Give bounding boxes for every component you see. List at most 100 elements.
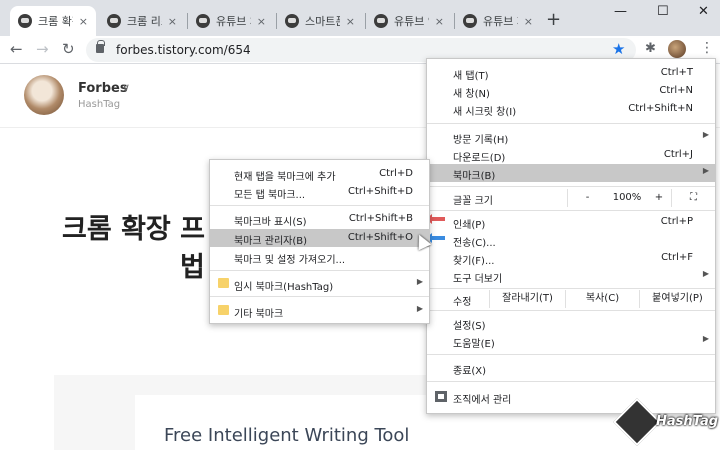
tab-1[interactable]: 크롬 확장 × — [10, 6, 96, 36]
copy-button[interactable]: 복사(C) — [565, 290, 639, 308]
tab-6[interactable]: 유튜브 재 × — [455, 6, 541, 36]
cut-button[interactable]: 잘라내기(T) — [489, 290, 565, 308]
submenu-item-manager[interactable]: 북마크 관리자(B) Ctrl+Shift+O — [210, 229, 429, 247]
menu-item-bookmarks[interactable]: 북마크(B) ▶ — [427, 164, 715, 182]
reload-button[interactable]: ↻ — [62, 40, 75, 58]
blog-subtitle: HashTag — [78, 99, 121, 110]
blog-name[interactable]: Forbes — [78, 81, 128, 96]
submenu-item-bookmark-tab[interactable]: 현재 탭을 북마크에 추가 Ctrl+D — [210, 165, 429, 183]
submenu-item-label: 기타 북마크 — [234, 309, 284, 320]
address-url[interactable]: forbes.tistory.com/654 — [116, 43, 251, 57]
menu-separator — [427, 381, 715, 382]
menu-item-settings[interactable]: 설정(S) — [427, 314, 715, 332]
fullscreen-icon[interactable]: ⛶ — [671, 189, 715, 207]
menu-item-shortcut: Ctrl+N — [659, 85, 693, 96]
menu-item-new-tab[interactable]: 새 탭(T) Ctrl+T — [427, 64, 715, 82]
chrome-menu-button[interactable]: ⋮ — [700, 40, 714, 56]
back-button[interactable]: ← — [10, 40, 23, 58]
submenu-item-label: 북마크 및 설정 가져오기... — [234, 255, 346, 266]
submenu-item-label: 모든 탭 북마크... — [234, 190, 306, 201]
zoom-out-button[interactable]: - — [567, 189, 607, 207]
menu-item-more-tools[interactable]: 도구 더보기 ▶ — [427, 267, 715, 285]
submenu-item-label: 임시 북마크(HashTag) — [234, 282, 334, 293]
submenu-folder-temp[interactable]: 임시 북마크(HashTag) ▶ — [210, 275, 429, 293]
submenu-arrow-icon: ▶ — [702, 130, 709, 139]
watermark-text: HashTag — [656, 414, 719, 429]
submenu-item-import[interactable]: 북마크 및 설정 가져오기... — [210, 248, 429, 266]
menu-item-label: 전송(C)... — [453, 238, 496, 249]
submenu-arrow-icon: ▶ — [702, 269, 709, 278]
menu-item-help[interactable]: 도움말(E) ▶ — [427, 332, 715, 350]
menu-separator — [427, 210, 715, 211]
red-arrow-icon — [426, 214, 445, 224]
menu-item-incognito[interactable]: 새 시크릿 창(I) Ctrl+Shift+N — [427, 100, 715, 118]
close-icon[interactable]: × — [79, 15, 88, 28]
menu-item-shortcut: Ctrl+P — [660, 216, 693, 227]
submenu-item-shortcut: Ctrl+Shift+O — [347, 232, 413, 243]
bookmark-star-icon[interactable]: ★ — [612, 40, 625, 58]
submenu-item-show-bar[interactable]: 북마크바 표시(S) Ctrl+Shift+B — [210, 210, 429, 228]
menu-separator — [427, 354, 715, 355]
menu-item-label: 조직에서 관리 — [453, 395, 512, 406]
submenu-item-bookmark-all[interactable]: 모든 탭 북마크... Ctrl+Shift+D — [210, 183, 429, 201]
maximize-button[interactable]: ☐ — [657, 4, 669, 19]
menu-item-label: 다운로드(D) — [453, 153, 506, 164]
minimize-button[interactable]: — — [614, 4, 627, 19]
menu-item-label: 새 탭(T) — [453, 71, 489, 82]
paste-button[interactable]: 붙여넣기(P) — [639, 290, 715, 308]
menu-item-history[interactable]: 방문 기록(H) ▶ — [427, 128, 715, 146]
submenu-separator — [210, 205, 429, 206]
submenu-folder-other[interactable]: 기타 북마크 ▶ — [210, 302, 429, 320]
building-icon — [435, 391, 447, 402]
close-icon[interactable]: × — [346, 15, 355, 28]
menu-item-new-window[interactable]: 새 창(N) Ctrl+N — [427, 82, 715, 100]
menu-item-managed[interactable]: 조직에서 관리 — [427, 388, 715, 406]
tab-4-label: 스마트폰 — [305, 15, 340, 28]
tab-5[interactable]: 유튜브 영 × — [366, 6, 452, 36]
menu-item-find[interactable]: 찾기(F)... Ctrl+F — [427, 249, 715, 267]
close-icon[interactable]: × — [168, 15, 177, 28]
menu-item-label: 새 시크릿 창(I) — [453, 107, 517, 118]
tistory-favicon-icon — [18, 14, 32, 28]
submenu-item-shortcut: Ctrl+D — [379, 168, 413, 179]
close-icon[interactable]: × — [257, 15, 266, 28]
edit-label: 수정 — [453, 297, 472, 308]
tab-6-label: 유튜브 재 — [483, 15, 518, 28]
folder-icon — [218, 305, 229, 315]
menu-item-label: 설정(S) — [453, 321, 486, 332]
tab-2-label: 크롬 리스 — [127, 15, 162, 28]
extensions-icon[interactable]: ✱ — [645, 41, 656, 56]
tab-3[interactable]: 유튜브 채 × — [188, 6, 274, 36]
submenu-arrow-icon: ▶ — [416, 277, 423, 286]
blog-avatar[interactable] — [24, 75, 64, 115]
close-icon[interactable]: × — [524, 15, 533, 28]
menu-item-exit[interactable]: 종료(X) — [427, 359, 715, 377]
window-close-button[interactable]: ✕ — [698, 4, 709, 19]
zoom-in-button[interactable]: + — [647, 189, 671, 207]
menu-item-shortcut: Ctrl+T — [660, 67, 693, 78]
menu-item-print[interactable]: 인쇄(P) Ctrl+P — [427, 213, 715, 231]
menu-separator — [427, 310, 715, 311]
submenu-item-shortcut: Ctrl+Shift+B — [348, 213, 413, 224]
close-icon[interactable]: × — [435, 15, 444, 28]
lock-icon[interactable] — [96, 40, 105, 53]
menu-item-cast[interactable]: 전송(C)... — [427, 231, 715, 249]
submenu-separator — [210, 270, 429, 271]
ad-title[interactable]: Free Intelligent Writing Tool — [164, 425, 409, 446]
profile-avatar[interactable] — [668, 40, 686, 58]
menu-separator — [427, 123, 715, 124]
menu-zoom-row: 글꼴 크기 - 100% + ⛶ — [427, 189, 715, 207]
tab-4[interactable]: 스마트폰 × — [277, 6, 363, 36]
tab-2[interactable]: 크롬 리스 × — [99, 6, 185, 36]
submenu-item-label: 현재 탭을 북마크에 추가 — [234, 172, 336, 183]
menu-item-downloads[interactable]: 다운로드(D) Ctrl+J — [427, 146, 715, 164]
new-tab-button[interactable]: + — [546, 9, 561, 30]
chevron-down-icon[interactable]: ∨ — [122, 81, 130, 94]
submenu-arrow-icon: ▶ — [416, 304, 423, 313]
submenu-item-label: 북마크바 표시(S) — [234, 217, 307, 228]
forward-button[interactable]: → — [36, 40, 49, 58]
menu-item-label: 북마크(B) — [453, 171, 496, 182]
submenu-item-shortcut: Ctrl+Shift+D — [348, 186, 413, 197]
submenu-separator — [210, 296, 429, 297]
submenu-arrow-icon: ▶ — [702, 334, 709, 343]
